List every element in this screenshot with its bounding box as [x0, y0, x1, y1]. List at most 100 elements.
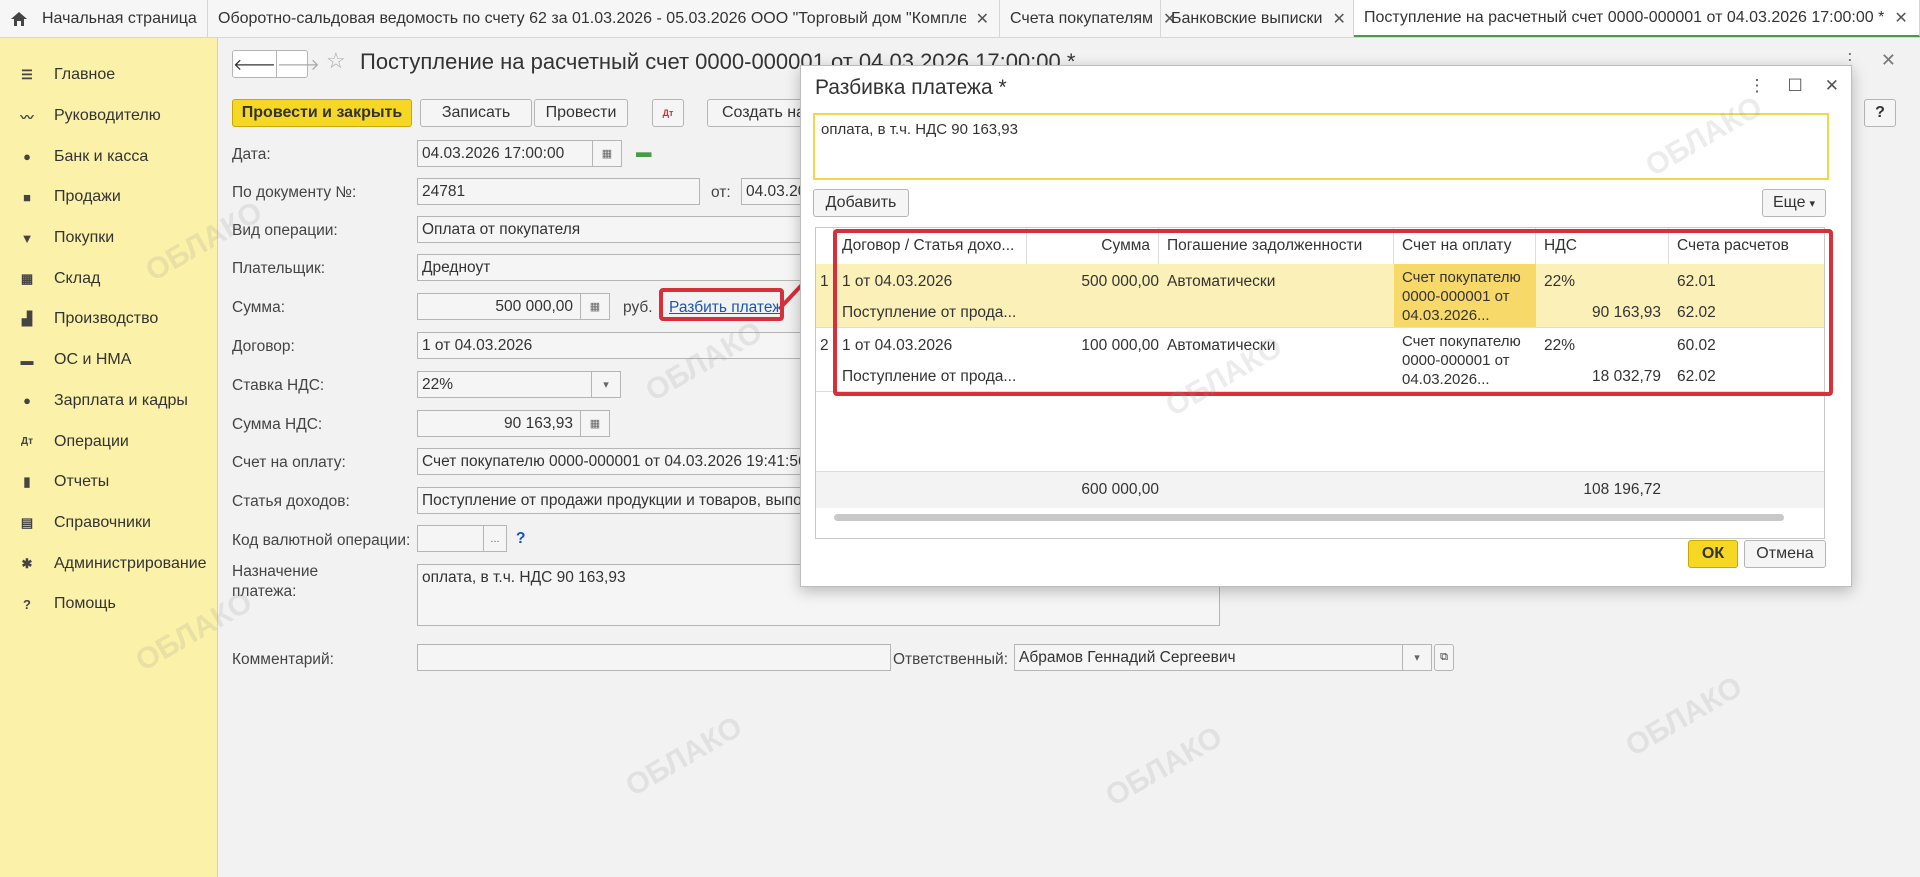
chevron-down-icon[interactable]: ▾: [591, 372, 620, 397]
total-vat: 108 196,72: [1583, 481, 1661, 498]
vat-rate-label: Ставка НДС:: [232, 377, 325, 394]
sidebar-item-label: Главное: [54, 66, 116, 84]
horizontal-scrollbar[interactable]: [816, 508, 1824, 526]
menu-icon: ☰: [21, 67, 33, 83]
calculator-icon[interactable]: ▦: [580, 294, 609, 319]
vat-rate-select[interactable]: 22% ▾: [417, 371, 621, 398]
nav-buttons: 🡐 🡒: [232, 50, 320, 78]
purpose-label-1: Назначение: [232, 563, 319, 580]
sidebar-item-operations[interactable]: Дт Операции: [0, 421, 217, 462]
operation-field[interactable]: Оплата от покупателя: [417, 216, 803, 243]
sidebar-item-label: Отчеты: [54, 473, 110, 491]
sidebar-item-label: Справочники: [54, 513, 151, 531]
home-icon: [11, 11, 27, 26]
total-sum: 600 000,00: [1081, 481, 1159, 498]
sum-field[interactable]: 500 000,00 ▦: [417, 293, 610, 320]
sidebar-item-label: ОС и НМА: [54, 351, 132, 369]
chevron-down-icon: ▾: [1809, 197, 1816, 210]
close-icon[interactable]: ✕: [1894, 8, 1907, 28]
sidebar-item-help[interactable]: ? Помощь: [0, 584, 217, 625]
help-button[interactable]: ?: [1864, 99, 1896, 127]
sidebar-item-bank[interactable]: ● Банк и касса: [0, 136, 217, 177]
date-label: Дата:: [232, 146, 271, 163]
cart-icon: ▼: [20, 230, 34, 246]
contract-label: Договор:: [232, 338, 295, 355]
more-button[interactable]: Еще ▾: [1762, 189, 1826, 217]
calculator-icon[interactable]: ▦: [580, 411, 609, 436]
sidebar-item-reports[interactable]: ▮ Отчеты: [0, 462, 217, 503]
payer-field[interactable]: Дредноут: [417, 254, 803, 281]
ellipsis-icon[interactable]: ...: [483, 526, 506, 551]
sidebar-item-label: Операции: [54, 432, 129, 450]
calendar-icon[interactable]: ▦: [592, 141, 621, 166]
sidebar-item-label: Руководителю: [54, 107, 161, 125]
sidebar-item-sales[interactable]: ■ Продажи: [0, 177, 217, 218]
tab-label: Поступление на расчетный счет 0000-00000…: [1364, 8, 1885, 26]
close-icon[interactable]: ✕: [1332, 9, 1345, 29]
tab-home[interactable]: Начальная страница: [0, 0, 208, 37]
sidebar-item-salary[interactable]: ● Зарплата и кадры: [0, 381, 217, 422]
open-icon[interactable]: ⧉: [1434, 644, 1454, 671]
close-icon[interactable]: ✕: [1825, 76, 1839, 96]
status-icon: ▬: [636, 144, 652, 161]
income-label: Статья доходов:: [232, 493, 350, 510]
comment-field[interactable]: [417, 644, 891, 671]
tab-osv[interactable]: Оборотно-сальдовая ведомость по счету 62…: [208, 0, 1000, 37]
more-vert-icon[interactable]: ⋮: [1749, 76, 1766, 96]
comment-label: Комментарий:: [232, 651, 334, 668]
close-icon[interactable]: ✕: [976, 9, 989, 29]
sidebar-item-label: Администрирование: [54, 554, 207, 572]
sidebar-item-assets[interactable]: ▬ ОС и НМА: [0, 340, 217, 381]
sidebar-item-production[interactable]: ▟ Производство: [0, 299, 217, 340]
create-based-button[interactable]: Создать на: [707, 99, 807, 127]
sidebar-item-label: Зарплата и кадры: [54, 391, 188, 409]
invoice-field[interactable]: Счет покупателю 0000-000001 от 04.03.202…: [417, 448, 803, 475]
sidebar-item-main[interactable]: ☰ Главное: [0, 55, 217, 96]
add-button[interactable]: Добавить: [813, 189, 909, 217]
docnum-field[interactable]: 24781: [417, 178, 700, 205]
date-field[interactable]: 04.03.2026 17:00:00 ▦: [417, 140, 622, 167]
vat-sum-field[interactable]: 90 163,93 ▦: [417, 410, 610, 437]
maximize-icon[interactable]: ☐: [1788, 76, 1803, 96]
post-button[interactable]: Провести: [534, 99, 628, 127]
sidebar: ☰ Главное 〰 Руководителю ● Банк и касса ■ Пр…: [0, 38, 218, 877]
ok-button[interactable]: ОК: [1688, 540, 1738, 568]
currency-op-label: Код валютной операции:: [232, 532, 411, 549]
question-icon: ?: [23, 596, 31, 612]
sidebar-item-admin[interactable]: ✱ Администрирование: [0, 543, 217, 584]
save-button[interactable]: Записать: [420, 99, 532, 127]
dt-kt-icon[interactable]: Дт: [652, 99, 684, 127]
from-date-field[interactable]: 04.03.20: [741, 178, 803, 205]
bag-icon: ■: [23, 189, 31, 205]
vat-sum-label: Сумма НДС:: [232, 416, 323, 433]
table-highlight-box: [833, 229, 1833, 396]
currency-op-field[interactable]: ...: [417, 525, 507, 552]
sidebar-item-purchases[interactable]: ▼ Покупки: [0, 218, 217, 259]
sidebar-item-label: Склад: [54, 269, 101, 287]
question-icon[interactable]: ?: [516, 530, 525, 548]
forward-arrow-icon[interactable]: 🡒: [277, 51, 320, 77]
tab-receipt[interactable]: Поступление на расчетный счет 0000-00000…: [1354, 0, 1920, 37]
sidebar-item-warehouse[interactable]: ▦ Склад: [0, 258, 217, 299]
chevron-down-icon[interactable]: ▾: [1402, 645, 1431, 670]
post-close-button[interactable]: Провести и закрыть: [232, 99, 412, 127]
sidebar-item-manager[interactable]: 〰 Руководителю: [0, 96, 217, 137]
dialog-note[interactable]: оплата, в т.ч. НДС 90 163,93: [813, 113, 1829, 180]
responsible-select[interactable]: Абрамов Геннадий Сергеевич ▾: [1014, 644, 1432, 671]
factory-icon: ▟: [22, 311, 32, 327]
split-payment-dialog: Разбивка платежа * ⋮ ☐ ✕ оплата, в т.ч. …: [800, 65, 1852, 587]
column-header-number: [816, 228, 834, 264]
sidebar-item-references[interactable]: ▤ Справочники: [0, 503, 217, 544]
back-arrow-icon[interactable]: 🡐: [233, 51, 277, 77]
contract-field[interactable]: 1 от 04.03.2026: [417, 332, 803, 359]
cancel-button[interactable]: Отмена: [1744, 540, 1826, 568]
truck-icon: ▬: [20, 352, 34, 368]
dialog-title: Разбивка платежа *: [815, 76, 1007, 99]
tab-label: Счета покупателям: [1010, 9, 1154, 27]
income-field[interactable]: Поступление от продажи продукции и товар…: [417, 487, 803, 514]
tab-invoices[interactable]: Счета покупателям ✕: [1000, 0, 1176, 37]
star-icon[interactable]: ☆: [326, 48, 346, 74]
scrollbar-thumb[interactable]: [834, 514, 1784, 521]
close-icon[interactable]: ✕: [1881, 50, 1896, 71]
tab-bank-statements[interactable]: Банковские выписки ✕: [1161, 0, 1354, 37]
